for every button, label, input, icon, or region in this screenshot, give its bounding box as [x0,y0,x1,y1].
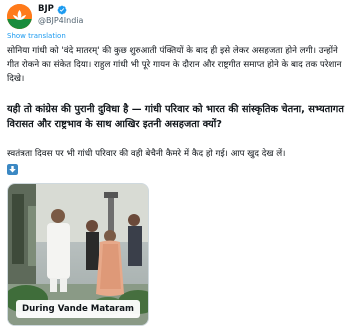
account-name[interactable]: BJP [38,4,54,15]
video-caption: During Vande Mataram [16,300,141,318]
tweet-paragraph-1: सोनिया गांधी को 'वंदे मातरम्' की कुछ शुर… [7,46,342,84]
bjp-lotus-logo-icon [7,4,32,29]
tweet-paragraph-2: यही तो कांग्रेस की पुरानी दुविधा है — गा… [7,104,344,130]
video-thumbnail[interactable]: During Vande Mataram [7,183,149,326]
tweet: BJP @BJP4India Show translation सोनिया ग… [0,0,350,326]
tweet-paragraph-3: स्वतंत्रता दिवस पर भी गांधी परिवार की वह… [7,149,286,159]
verified-badge-icon [57,5,67,14]
account-names: BJP @BJP4India [38,4,83,26]
tweet-header: BJP @BJP4India [7,4,83,29]
account-handle[interactable]: @BJP4India [38,15,83,26]
show-translation-link[interactable]: Show translation [7,32,66,40]
down-arrow-icon [7,164,18,175]
name-row: BJP [38,4,83,15]
avatar[interactable] [7,4,32,29]
